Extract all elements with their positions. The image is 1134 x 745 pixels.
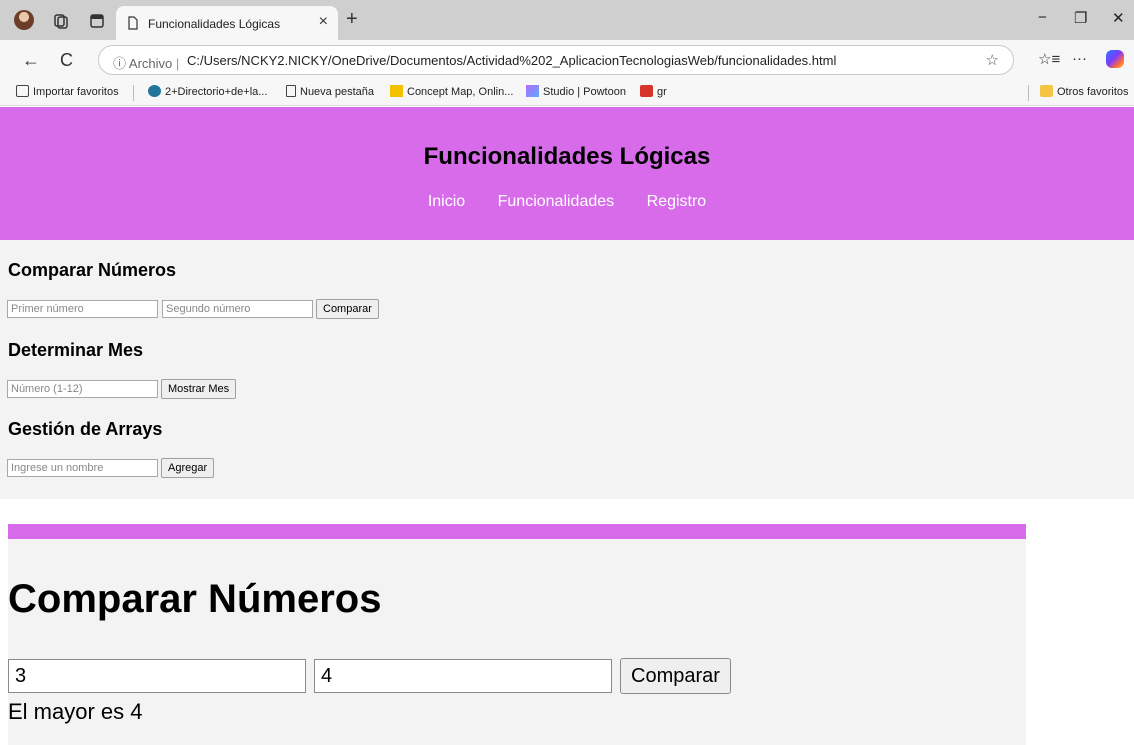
favorite-star-icon[interactable]: ☆ — [986, 51, 999, 69]
arrays-heading: Gestión de Arrays — [8, 419, 163, 439]
nav-funcionalidades[interactable]: Funcionalidades — [498, 193, 615, 210]
first-number-input[interactable] — [7, 300, 158, 318]
bookmark-other-favorites[interactable]: Otros favoritos — [1040, 85, 1129, 98]
bookmark-label: Studio | Powtoon — [543, 86, 626, 98]
functions-panel: Comparar Números Comparar Determinar Mes… — [0, 240, 1134, 499]
favorites-icon[interactable]: ☆≡ — [1038, 50, 1060, 68]
tab-close-icon[interactable]: × — [319, 13, 328, 31]
wordpress-icon — [148, 85, 161, 97]
name-input[interactable] — [7, 459, 158, 477]
conceptmap-icon — [390, 85, 403, 97]
show-month-button[interactable]: Mostrar Mes — [161, 379, 237, 399]
copilot-icon[interactable] — [1106, 50, 1124, 68]
bookmark-label: Importar favoritos — [33, 86, 119, 98]
compare-button[interactable]: Comparar — [316, 299, 379, 319]
compare-result-text: El mayor es 4 — [8, 699, 143, 724]
big-compare-heading: Comparar Números — [8, 577, 382, 621]
close-window-icon[interactable]: ✕ — [1112, 9, 1125, 27]
compare-result-panel: Comparar Números Comparar El mayor es 4 — [8, 539, 1026, 745]
second-number-input[interactable] — [162, 300, 313, 318]
bookmarks-bar: Importar favoritos 2+Directorio+de+la...… — [0, 80, 1134, 106]
bookmark-concept-map[interactable]: Concept Map, Onlin... — [390, 85, 513, 98]
folder-icon — [1040, 85, 1053, 97]
back-icon[interactable]: ← — [22, 50, 40, 71]
workspaces-icon[interactable] — [52, 12, 70, 30]
minimize-icon[interactable]: − — [1038, 9, 1047, 26]
bookmark-gr[interactable]: gr — [640, 85, 667, 98]
big-compare-button[interactable]: Comparar — [620, 658, 731, 694]
bookmark-label: Otros favoritos — [1057, 86, 1129, 98]
bookmark-separator — [1028, 85, 1029, 101]
page-icon — [286, 85, 296, 97]
powtoon-icon — [526, 85, 539, 97]
bookmark-powtoon[interactable]: Studio | Powtoon — [526, 85, 626, 98]
month-number-input[interactable] — [7, 380, 158, 398]
bookmark-directorio[interactable]: 2+Directorio+de+la... — [148, 85, 267, 98]
bookmark-import[interactable]: Importar favoritos — [16, 85, 119, 98]
address-bar-row: ← C ⓘ Archivo | C:/Users/NCKY2.NICKY/One… — [0, 40, 1134, 80]
info-icon[interactable]: ⓘ Archivo | — [113, 53, 179, 72]
pdf-icon — [640, 85, 653, 97]
page-title: Funcionalidades Lógicas — [423, 143, 711, 170]
bookmark-label: Nueva pestaña — [300, 86, 374, 98]
page-icon — [128, 16, 138, 30]
big-first-number-input[interactable] — [8, 659, 306, 693]
profile-avatar[interactable] — [14, 10, 34, 30]
site-nav: Inicio Funcionalidades Registro — [0, 193, 1134, 211]
big-second-number-input[interactable] — [314, 659, 612, 693]
bookmark-new-tab[interactable]: Nueva pestaña — [286, 85, 374, 98]
new-tab-icon[interactable]: + — [346, 8, 358, 31]
month-heading: Determinar Mes — [8, 340, 144, 360]
tab-actions-icon[interactable] — [88, 12, 106, 30]
refresh-icon[interactable]: C — [60, 50, 73, 71]
info-glyph: ⓘ — [113, 56, 127, 71]
nav-registro[interactable]: Registro — [647, 193, 707, 210]
restore-icon[interactable]: ❐ — [1074, 9, 1087, 27]
bookmark-label: gr — [657, 86, 667, 98]
add-button[interactable]: Agregar — [161, 458, 215, 478]
compare-heading: Comparar Números — [8, 260, 177, 280]
more-icon[interactable]: ··· — [1072, 50, 1087, 67]
url-text: C:/Users/NCKY2.NICKY/OneDrive/Documentos… — [187, 53, 837, 68]
page-viewport: Funcionalidades Lógicas Inicio Funcional… — [0, 107, 1134, 745]
tab-title: Funcionalidades Lógicas — [148, 17, 281, 31]
active-tab[interactable]: Funcionalidades Lógicas × — [116, 6, 338, 40]
divider-bar — [8, 524, 1026, 539]
site-header: Funcionalidades Lógicas Inicio Funcional… — [0, 107, 1134, 240]
browser-tab-bar: Funcionalidades Lógicas × + − ❐ ✕ — [0, 0, 1134, 40]
url-input[interactable]: ⓘ Archivo | C:/Users/NCKY2.NICKY/OneDriv… — [98, 45, 1014, 75]
bookmark-separator — [133, 85, 134, 101]
url-prefix: Archivo — [128, 56, 173, 71]
import-icon — [16, 85, 29, 97]
bookmark-label: Concept Map, Onlin... — [407, 86, 514, 98]
bookmark-label: 2+Directorio+de+la... — [165, 86, 268, 98]
nav-inicio[interactable]: Inicio — [428, 193, 465, 210]
